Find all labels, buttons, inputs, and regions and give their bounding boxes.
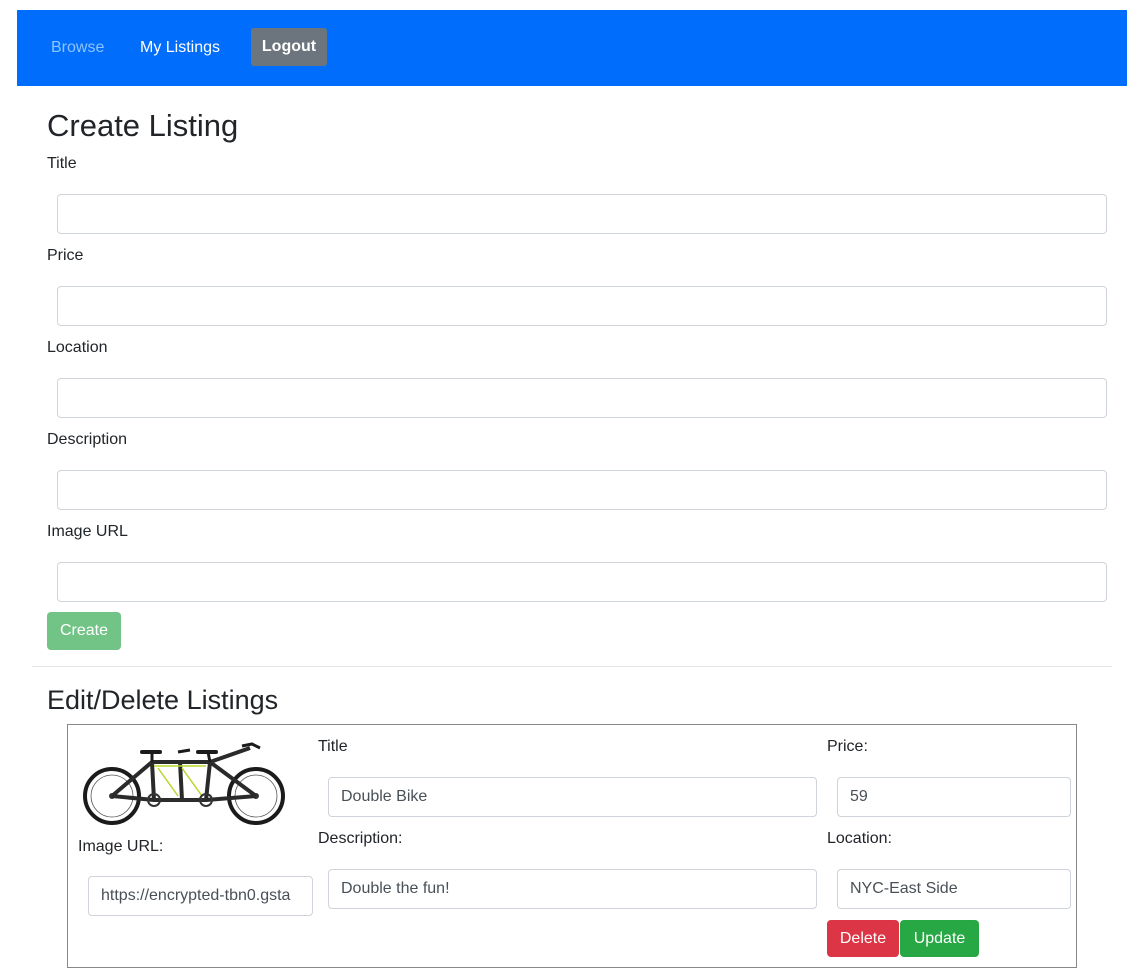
nav-browse-link[interactable]: Browse [51, 37, 104, 59]
create-listing-heading: Create Listing [47, 108, 239, 143]
description-label: Description [47, 431, 128, 448]
edit-title-label: Title [318, 738, 348, 755]
title-input[interactable] [57, 194, 1107, 234]
nav-my-listings-link[interactable]: My Listings [140, 37, 220, 59]
edit-location-label: Location: [827, 830, 892, 847]
edit-price-label: Price: [827, 738, 868, 755]
create-button[interactable]: Create [47, 612, 121, 650]
image-url-input[interactable] [57, 562, 1107, 602]
price-input[interactable] [57, 286, 1107, 326]
edit-price-input[interactable]: 59 [837, 777, 1071, 817]
edit-image-url-label: Image URL: [78, 838, 164, 855]
edit-image-url-input[interactable]: https://encrypted-tbn0.gsta [88, 876, 313, 916]
edit-title-input[interactable]: Double Bike [328, 777, 817, 817]
tandem-bicycle-image [83, 742, 285, 825]
description-input[interactable] [57, 470, 1107, 510]
edit-location-input[interactable]: NYC-East Side [837, 869, 1071, 909]
price-label: Price [47, 247, 84, 264]
edit-description-label: Description: [318, 830, 403, 847]
edit-delete-heading: Edit/Delete Listings [47, 685, 279, 715]
location-label: Location [47, 339, 108, 356]
image-url-label: Image URL [47, 523, 128, 540]
delete-button[interactable]: Delete [827, 920, 899, 957]
edit-description-input[interactable]: Double the fun! [328, 869, 817, 909]
navbar: Browse My Listings Logout [17, 10, 1127, 86]
logout-button[interactable]: Logout [251, 28, 327, 66]
section-divider [32, 666, 1112, 667]
location-input[interactable] [57, 378, 1107, 418]
update-button[interactable]: Update [900, 920, 979, 957]
title-label: Title [47, 155, 77, 172]
